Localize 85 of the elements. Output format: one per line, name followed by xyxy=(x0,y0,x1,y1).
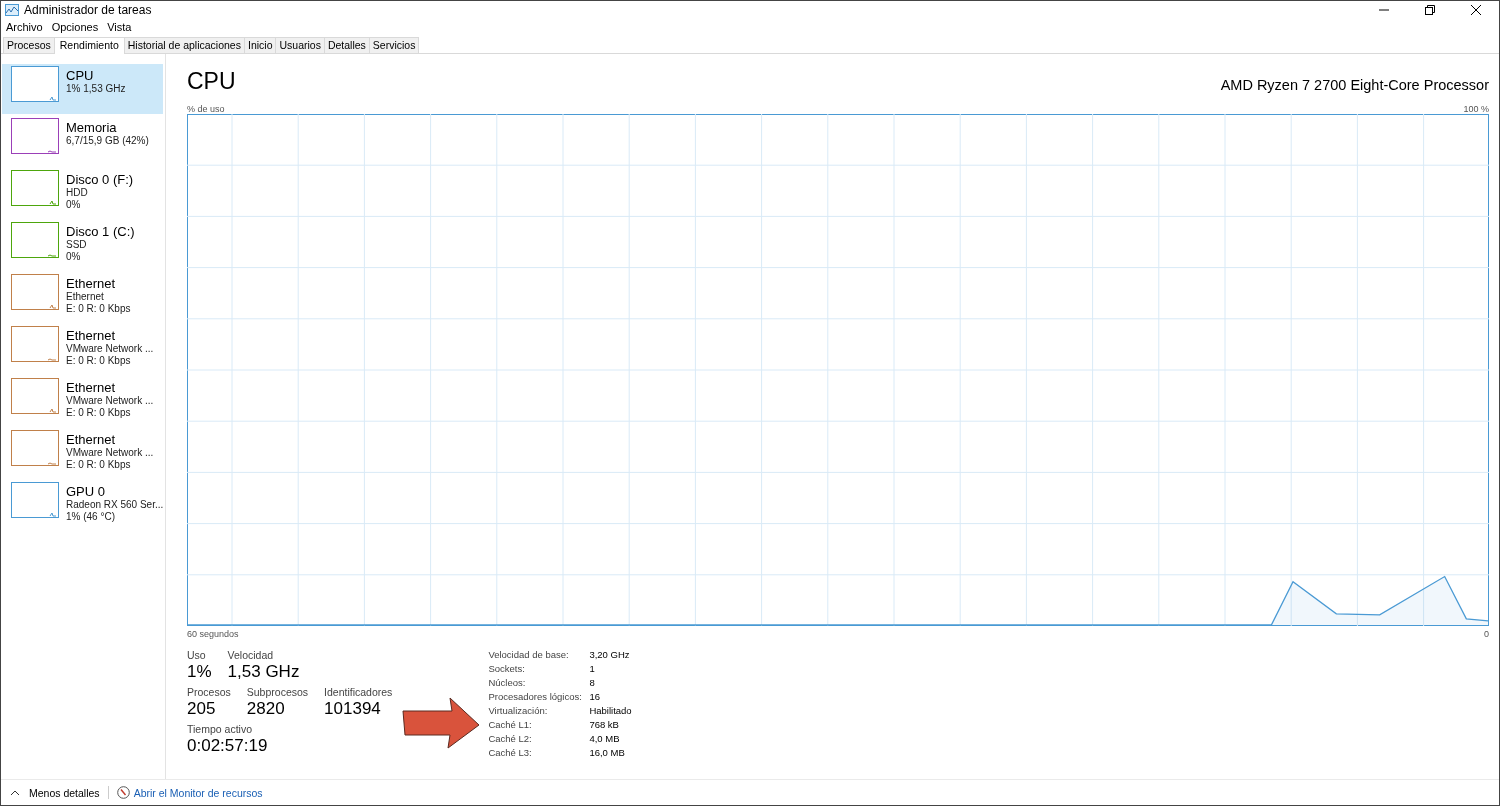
stat-value: 205 xyxy=(187,699,217,719)
item-detail: 6,7/15,9 GB (42%) xyxy=(66,135,149,147)
item-name: CPU xyxy=(66,68,95,83)
item-name: GPU 0 xyxy=(66,484,106,499)
detail-label: Caché L3: xyxy=(488,746,533,760)
tab[interactable]: Detalles xyxy=(323,37,370,53)
stat-label: Subprocesos xyxy=(246,686,309,698)
detail-value: 3,20 GHz xyxy=(589,648,631,662)
detail-value: 1 xyxy=(589,662,596,676)
item-detail: VMware Network ... xyxy=(66,395,154,407)
page-title: CPU xyxy=(187,68,236,95)
detail-value: 16,0 MB xyxy=(589,746,626,760)
stat-label: Uso xyxy=(187,649,207,661)
item-detail: 1% (46 °C) xyxy=(66,511,116,523)
item-name: Ethernet xyxy=(66,380,117,395)
menu-item[interactable]: Vista xyxy=(107,21,132,33)
detail-label: Caché L2: xyxy=(488,732,533,746)
fewer-details-button[interactable]: Menos detalles xyxy=(10,786,100,799)
detail-value: Habilitado xyxy=(589,704,632,718)
stat-label: Tiempo activo xyxy=(187,723,253,735)
stat-label: Procesos xyxy=(187,686,231,698)
detail-value: 16 xyxy=(589,690,601,704)
item-detail: 0% xyxy=(66,199,82,211)
caret-up-icon xyxy=(10,789,20,796)
close-icon xyxy=(1471,5,1481,15)
stat-label: Velocidad xyxy=(227,649,275,661)
item-detail: E: 0 R: 0 Kbps xyxy=(66,407,132,419)
detail-value: 8 xyxy=(589,676,596,690)
stat-value: 101394 xyxy=(324,699,382,719)
item-detail: VMware Network ... xyxy=(66,447,154,459)
detail-label: Virtualización: xyxy=(488,704,549,718)
window-title: Administrador de tareas xyxy=(24,3,152,17)
sidebar-item[interactable]: Ethernet VMware Network ... E: 0 R: 0 Kbps xyxy=(2,428,163,478)
sidebar-item[interactable]: Disco 0 (F:) HDD 0% xyxy=(2,168,163,218)
resource-monitor-link[interactable]: Abrir el Monitor de recursos xyxy=(133,786,263,799)
detail-label: Sockets: xyxy=(488,662,526,676)
item-name: Memoria xyxy=(66,120,118,135)
item-detail: VMware Network ... xyxy=(66,343,154,355)
stat-value: 2820 xyxy=(246,699,286,719)
item-detail: 1% 1,53 GHz xyxy=(66,83,126,95)
tab[interactable]: Rendimiento xyxy=(53,37,125,54)
item-detail: HDD xyxy=(66,187,89,199)
sidebar-item[interactable]: Ethernet Ethernet E: 0 R: 0 Kbps xyxy=(2,272,163,322)
item-name: Disco 0 (F:) xyxy=(66,172,134,187)
detail-label: Procesadores lógicos: xyxy=(488,690,583,704)
tab[interactable]: Historial de aplicaciones xyxy=(123,37,245,53)
menu-item[interactable]: Archivo xyxy=(6,21,43,33)
axis-label: 60 segundos xyxy=(187,629,239,639)
processor-name: AMD Ryzen 7 2700 Eight-Core Processor xyxy=(1220,77,1489,93)
gauge-icon xyxy=(116,786,130,799)
sidebar-item[interactable]: Memoria 6,7/15,9 GB (42%) xyxy=(2,116,163,166)
item-name: Ethernet xyxy=(66,328,117,343)
tab[interactable]: Usuarios xyxy=(275,37,325,53)
axis-label: 0 xyxy=(1484,629,1489,639)
app-icon xyxy=(5,4,19,16)
item-detail: Ethernet xyxy=(66,291,105,303)
item-detail: E: 0 R: 0 Kbps xyxy=(66,355,132,367)
item-detail: Radeon RX 560 Ser... xyxy=(66,499,164,511)
detail-label: Caché L1: xyxy=(488,718,533,732)
stat-value: 1,53 GHz xyxy=(227,662,300,682)
sidebar-item[interactable]: Disco 1 (C:) SSD 0% xyxy=(2,220,163,270)
axis-label: % de uso xyxy=(187,104,225,114)
item-name: Disco 1 (C:) xyxy=(66,224,135,239)
item-detail: SSD xyxy=(66,239,88,251)
item-detail: E: 0 R: 0 Kbps xyxy=(66,303,131,315)
detail-label: Núcleos: xyxy=(488,676,527,690)
item-name: Ethernet xyxy=(66,276,117,291)
menu-item[interactable]: Opciones xyxy=(51,21,99,33)
stat-value: 1% xyxy=(187,662,212,682)
sidebar-item[interactable]: GPU 0 Radeon RX 560 Ser... 1% (46 °C) xyxy=(2,480,163,530)
stat-value: 0:02:57:19 xyxy=(187,736,268,756)
item-detail: E: 0 R: 0 Kbps xyxy=(66,459,132,471)
sidebar-item[interactable]: CPU 1% 1,53 GHz xyxy=(2,64,163,114)
stat-label: Identificadores xyxy=(324,686,393,698)
axis-label: 100 % xyxy=(1463,104,1489,114)
detail-label: Velocidad de base: xyxy=(488,648,570,662)
sidebar-item[interactable]: Ethernet VMware Network ... E: 0 R: 0 Kbps xyxy=(2,376,163,426)
item-detail: 0% xyxy=(66,251,82,263)
detail-value: 768 kB xyxy=(589,718,620,732)
restore-icon xyxy=(1425,5,1435,15)
sidebar-item[interactable]: Ethernet VMware Network ... E: 0 R: 0 Kbps xyxy=(2,324,163,374)
tab[interactable]: Procesos xyxy=(3,37,55,53)
tab[interactable]: Servicios xyxy=(368,37,420,53)
item-name: Ethernet xyxy=(66,432,117,447)
detail-value: 4,0 MB xyxy=(589,732,621,746)
